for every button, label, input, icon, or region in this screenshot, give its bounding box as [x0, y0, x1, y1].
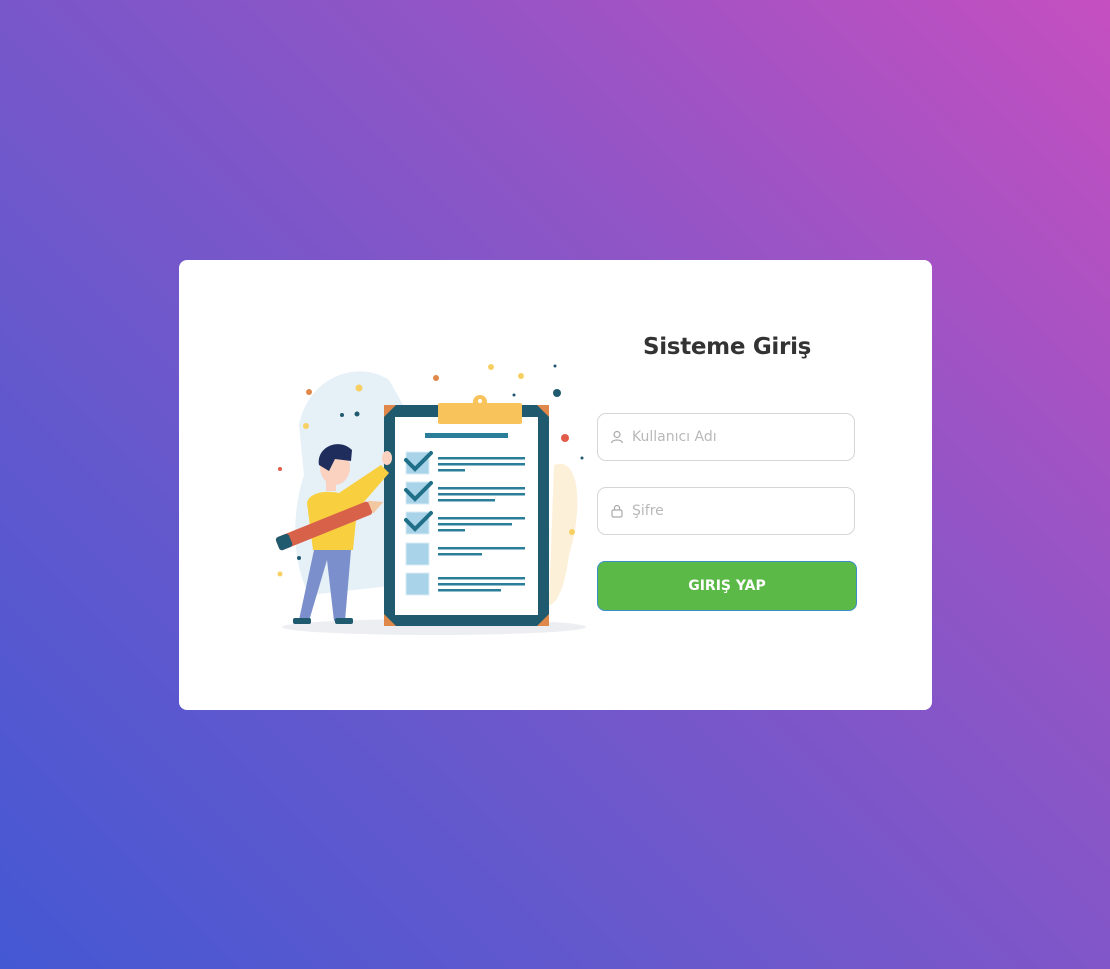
checklist-illustration: [275, 364, 586, 635]
clipboard: [384, 395, 549, 626]
login-button[interactable]: GIRIŞ YAP: [597, 561, 857, 611]
lock-icon: [611, 504, 623, 518]
page-title: Sisteme Giriş: [642, 334, 812, 360]
password-input[interactable]: [630, 502, 834, 520]
user-icon: [610, 430, 624, 444]
password-field[interactable]: [597, 487, 855, 535]
login-card: Sisteme Giriş GIRIŞ YAP: [179, 260, 932, 710]
username-field[interactable]: [597, 413, 855, 461]
username-input[interactable]: [630, 428, 834, 446]
